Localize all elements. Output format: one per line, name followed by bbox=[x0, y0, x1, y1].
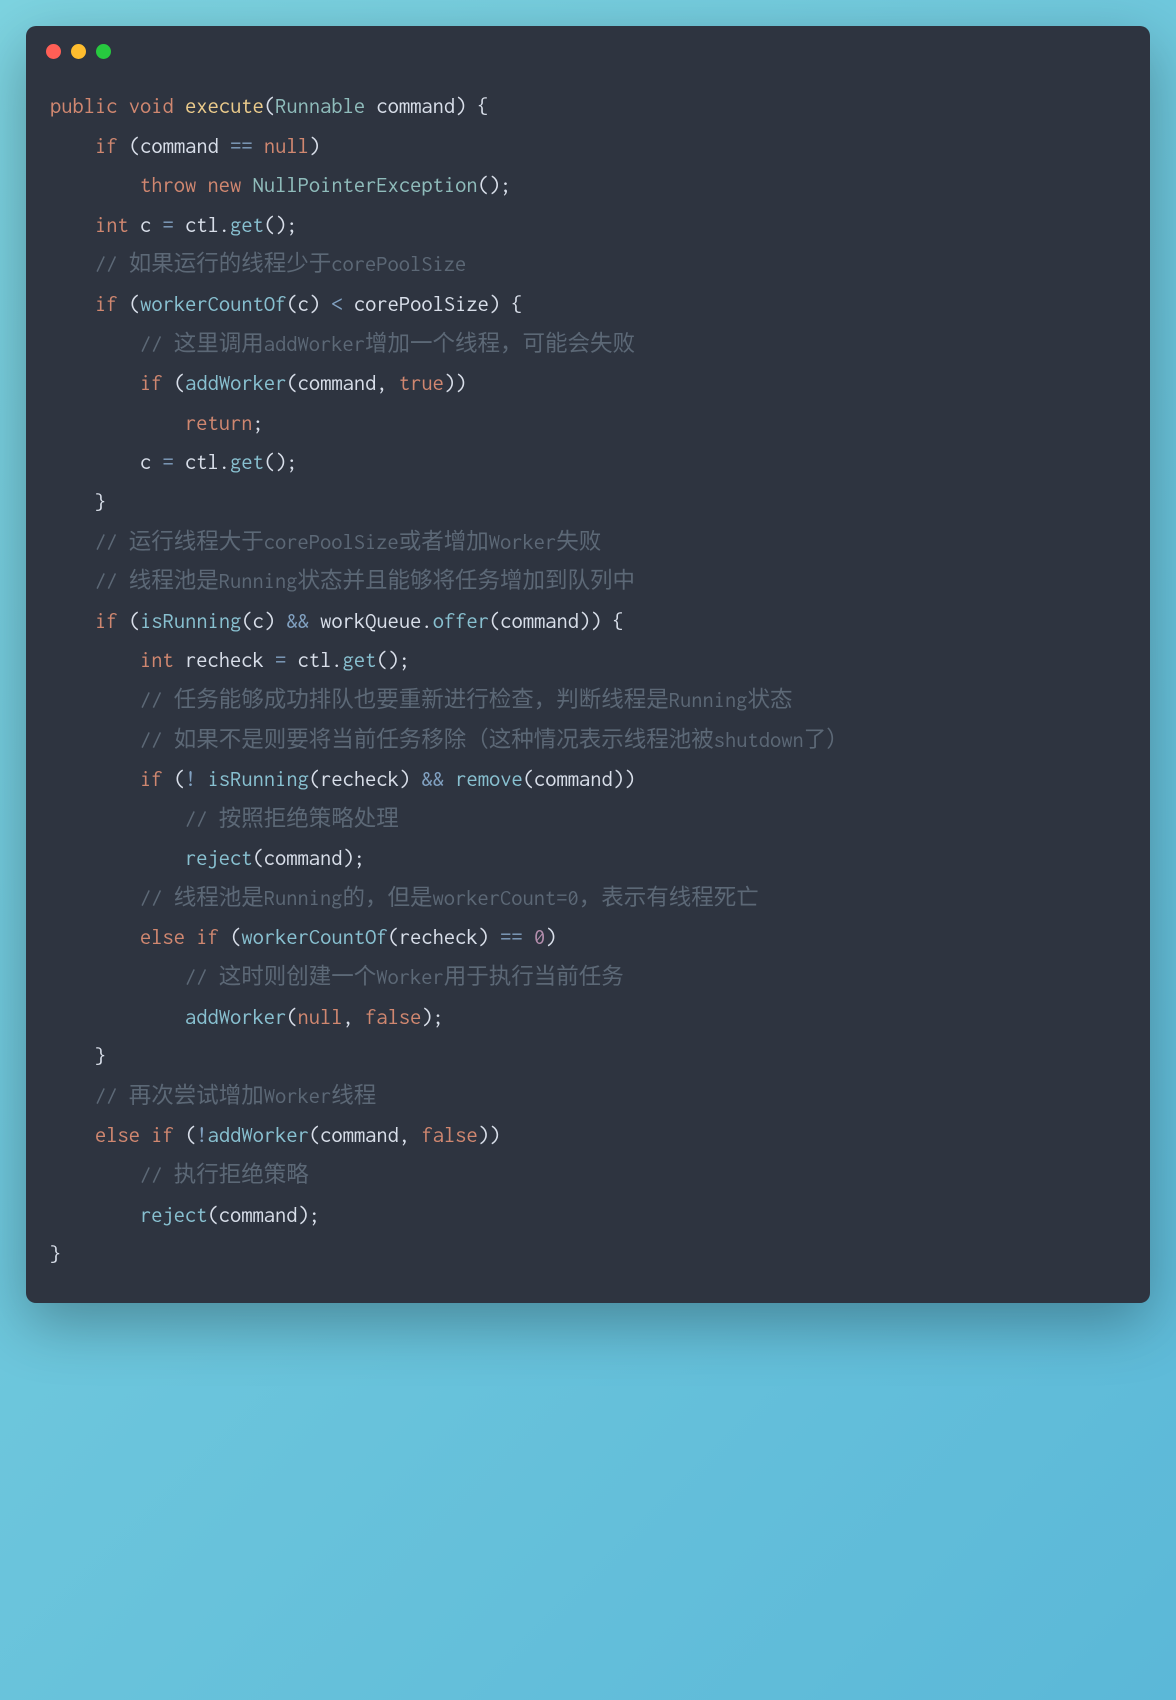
maximize-icon[interactable] bbox=[96, 44, 111, 59]
minimize-icon[interactable] bbox=[71, 44, 86, 59]
titlebar bbox=[26, 26, 1150, 67]
code-block[interactable]: public void execute(Runnable command) { … bbox=[26, 67, 1150, 1303]
close-icon[interactable] bbox=[46, 44, 61, 59]
code-window: public void execute(Runnable command) { … bbox=[26, 26, 1150, 1303]
